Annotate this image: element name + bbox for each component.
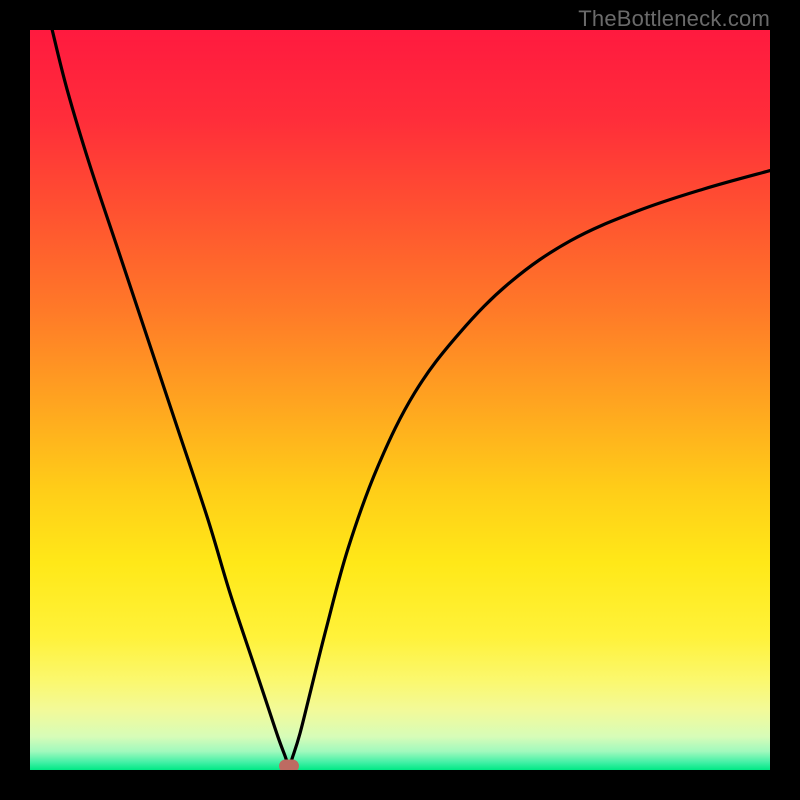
plot-area [30,30,770,770]
chart-frame: TheBottleneck.com [0,0,800,800]
watermark-text: TheBottleneck.com [578,6,770,32]
bottleneck-curve [30,30,770,770]
minimum-marker [279,760,299,770]
